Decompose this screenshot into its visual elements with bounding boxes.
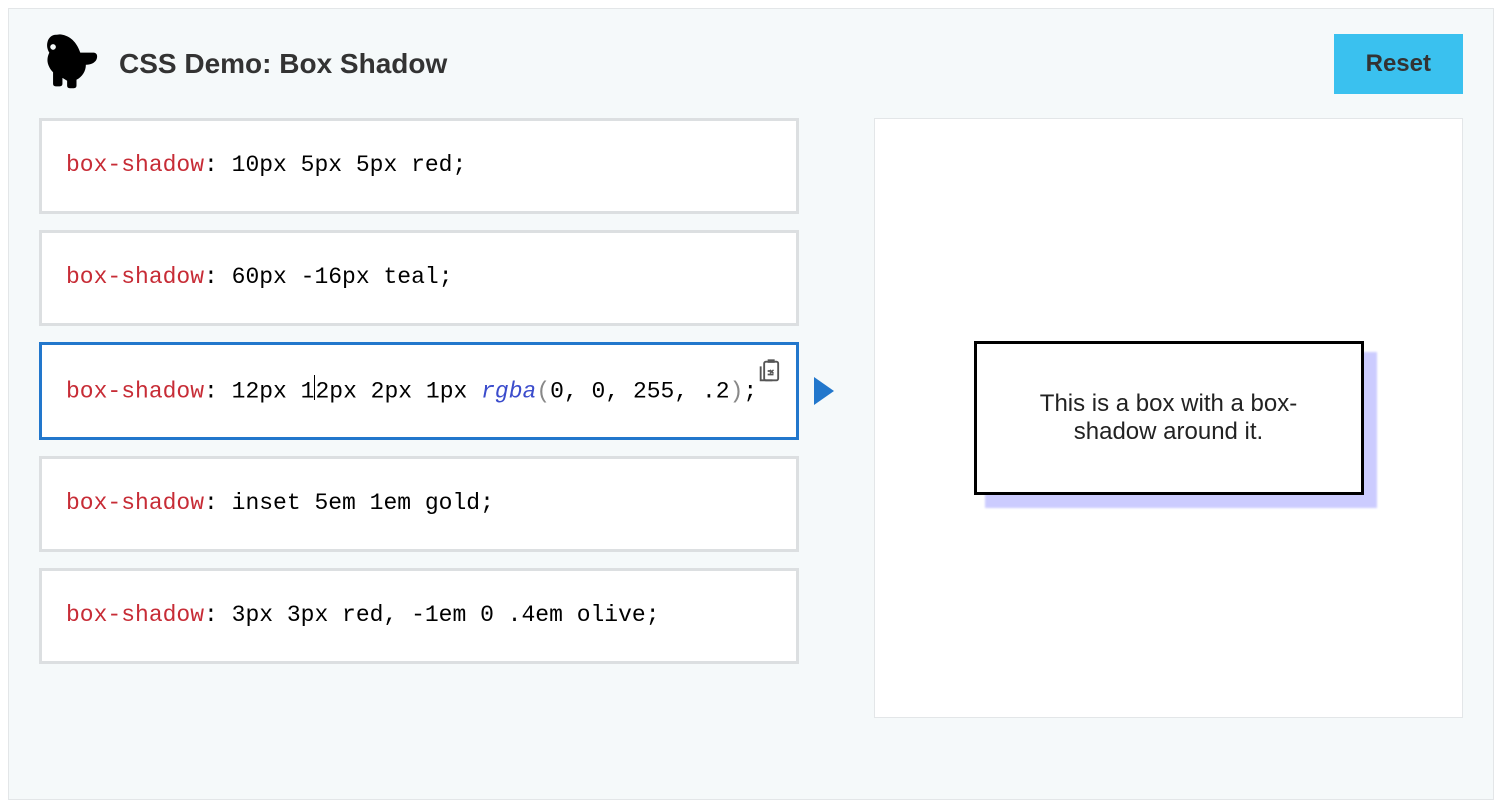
examples-column: box-shadow: 10px 5px 5px red; box-shadow… [39, 118, 839, 718]
header-left: CSS Demo: Box Shadow [39, 29, 447, 98]
example-item[interactable]: box-shadow: 3px 3px red, -1em 0 .4em oli… [39, 568, 799, 664]
css-value: 10px 5px 5px red [232, 152, 453, 178]
example-row: box-shadow: 10px 5px 5px red; [39, 118, 839, 214]
example-row: box-shadow: inset 5em 1em gold; [39, 456, 839, 552]
example-item[interactable]: box-shadow: inset 5em 1em gold; [39, 456, 799, 552]
css-property: box-shadow [66, 378, 204, 404]
example-item[interactable]: box-shadow: 60px -16px teal; [39, 230, 799, 326]
css-value-part: 12px 1 [232, 378, 315, 404]
example-item[interactable]: box-shadow: 10px 5px 5px red; [39, 118, 799, 214]
css-fn: rgba [481, 378, 536, 404]
preview-box: This is a box with a box-shadow around i… [974, 341, 1364, 495]
arrow-slot [809, 377, 839, 405]
clipboard-icon[interactable] [752, 353, 788, 389]
main-content: box-shadow: 10px 5px 5px red; box-shadow… [39, 118, 1463, 718]
css-value-part: 2px 2px 1px [315, 378, 481, 404]
css-property: box-shadow [66, 152, 204, 178]
example-row: box-shadow: 12px 12px 2px 1px rgba(0, 0,… [39, 342, 839, 440]
reset-button[interactable]: Reset [1334, 34, 1463, 94]
css-value: 3px 3px red, -1em 0 .4em olive [232, 602, 646, 628]
arrow-right-icon [814, 377, 834, 405]
page-title: CSS Demo: Box Shadow [119, 48, 447, 80]
example-row: box-shadow: 3px 3px red, -1em 0 .4em oli… [39, 568, 839, 664]
header: CSS Demo: Box Shadow Reset [39, 29, 1463, 98]
example-row: box-shadow: 60px -16px teal; [39, 230, 839, 326]
demo-container: CSS Demo: Box Shadow Reset box-shadow: 1… [8, 8, 1494, 800]
css-value: 60px -16px teal [232, 264, 439, 290]
example-item-selected[interactable]: box-shadow: 12px 12px 2px 1px rgba(0, 0,… [39, 342, 799, 440]
css-property: box-shadow [66, 264, 204, 290]
css-property: box-shadow [66, 490, 204, 516]
css-value: inset 5em 1em gold [232, 490, 480, 516]
css-args: 0, 0, 255, .2 [550, 378, 729, 404]
mdn-dino-icon [39, 29, 99, 98]
preview-column: This is a box with a box-shadow around i… [874, 118, 1463, 718]
css-property: box-shadow [66, 602, 204, 628]
